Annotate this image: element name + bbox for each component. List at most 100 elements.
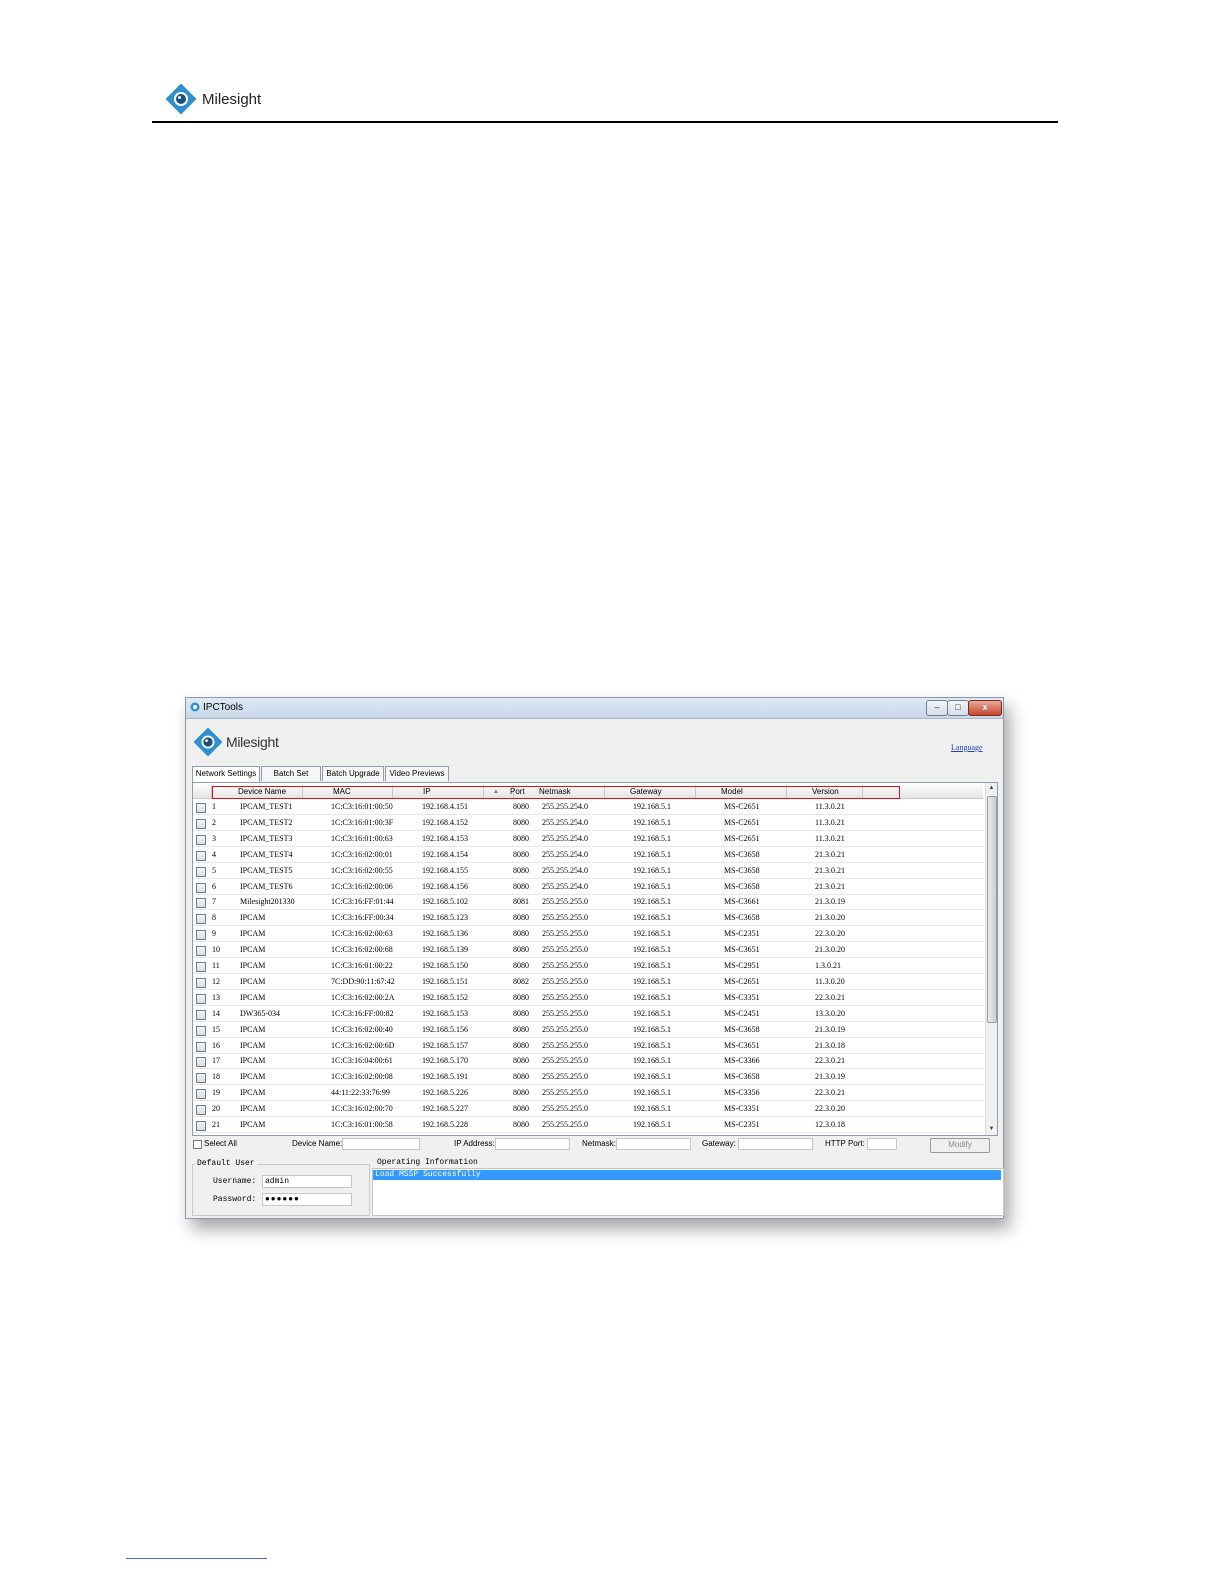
row-checkbox[interactable] [196, 962, 206, 972]
scroll-thumb[interactable] [987, 796, 997, 1023]
row-checkbox[interactable] [196, 818, 206, 829]
table-row[interactable]: 11 IPCAM 1C:C3:16:01:00:22 192.168.5.150 808… [193, 959, 983, 974]
ip-cell: 192.168.5.151 [422, 976, 468, 986]
port-cell: 8080 [513, 833, 529, 843]
version-cell: 21.3.0.20 [815, 945, 845, 955]
close-button[interactable]: x [968, 700, 1002, 716]
table-row[interactable]: 10 IPCAM 1C:C3:16:02:00:68 192.168.5.139 808… [193, 943, 983, 959]
milesight-eye-icon [166, 84, 196, 114]
device-name-cell: IPCAM [240, 913, 266, 923]
row-checkbox[interactable] [196, 803, 206, 813]
table-row[interactable]: 21 IPCAM 1C:C3:16:01:00:58 192.168.5.228 808… [193, 1118, 983, 1133]
row-checkbox[interactable] [196, 1089, 206, 1100]
model-cell: MS-C2651 [724, 833, 760, 843]
table-row[interactable]: 17 IPCAM 1C:C3:16:04:00:61 192.168.5.170 808… [193, 1054, 983, 1070]
scroll-down-icon[interactable]: ▼ [986, 1124, 997, 1134]
title-bar[interactable]: IPCTools – □ x [186, 698, 1003, 719]
table-row[interactable]: 15 IPCAM 1C:C3:16:02:00:40 192.168.5.156 808… [193, 1023, 983, 1038]
tab-video-previews[interactable]: Video Previews [385, 766, 449, 781]
language-link[interactable]: Language [951, 743, 983, 752]
device-table[interactable]: Device Name MAC IP Port Netmask Gateway … [192, 782, 998, 1136]
scroll-up-icon[interactable]: ▲ [986, 783, 997, 793]
row-checkbox[interactable] [196, 882, 206, 893]
netmask-cell: 255.255.255.0 [542, 1056, 588, 1066]
select-all-checkbox[interactable] [193, 1140, 202, 1149]
row-checkbox[interactable] [196, 1025, 206, 1036]
operating-info-log[interactable]: Load MSSP Successfully [372, 1168, 1004, 1216]
gateway-cell: 192.168.5.1 [633, 833, 671, 843]
ip-cell: 192.168.5.153 [422, 1008, 468, 1018]
row-checkbox[interactable] [196, 946, 206, 957]
model-cell: MS-C3351 [724, 1104, 760, 1114]
row-checkbox[interactable] [196, 1009, 206, 1020]
table-row[interactable]: 7 Milesight201330 1C:C3:16:FF:01:44 192.168… [193, 895, 983, 911]
vertical-scrollbar[interactable]: ▲ ▼ [985, 783, 997, 1135]
table-row[interactable]: 9 IPCAM 1C:C3:16:02:00:63 192.168.5.136 8080… [193, 927, 983, 943]
version-cell: 11.3.0.21 [815, 817, 845, 827]
table-row[interactable]: 6 IPCAM_TEST6 1C:C3:16:02:00:06 192.168.4.1… [193, 880, 983, 895]
row-checkbox[interactable] [196, 834, 206, 845]
row-checkbox[interactable] [196, 993, 206, 1004]
device-name-field[interactable] [342, 1138, 420, 1150]
gateway-cell: 192.168.5.1 [633, 1024, 671, 1034]
gateway-cell: 192.168.5.1 [633, 1120, 671, 1129]
ip-cell: 192.168.5.227 [422, 1104, 468, 1114]
app-icon [190, 702, 200, 712]
table-row[interactable]: 3 IPCAM_TEST3 1C:C3:16:01:00:63 192.168.4.1… [193, 832, 983, 847]
device-name-cell: IPCAM_TEST4 [240, 849, 293, 859]
row-checkbox[interactable] [196, 1105, 206, 1116]
port-cell: 8080 [513, 1104, 529, 1114]
table-row[interactable]: 19 IPCAM 44:11:22:33:76:99 192.168.5.226 808… [193, 1086, 983, 1102]
ip-cell: 192.168.4.152 [422, 817, 468, 827]
password-field[interactable]: ●●●●●● [262, 1193, 352, 1206]
http-port-field[interactable] [867, 1138, 897, 1150]
netmask-field[interactable] [616, 1138, 691, 1150]
version-cell: 21.3.0.21 [815, 881, 845, 891]
ip-address-field[interactable] [495, 1138, 570, 1150]
gateway-cell: 192.168.5.1 [633, 1072, 671, 1082]
device-name-cell: IPCAM [240, 961, 266, 970]
version-cell: 22.3.0.20 [815, 929, 845, 939]
row-checkbox[interactable] [196, 1073, 206, 1084]
row-checkbox[interactable] [196, 930, 206, 941]
modify-button[interactable]: Modify [930, 1138, 990, 1153]
row-checkbox[interactable] [196, 914, 206, 925]
row-checkbox[interactable] [196, 1057, 206, 1068]
table-row[interactable]: 8 IPCAM 1C:C3:16:FF:00:34 192.168.5.123 8080… [193, 911, 983, 927]
row-checkbox[interactable] [196, 866, 206, 877]
model-cell: MS-C3658 [724, 1072, 760, 1082]
version-cell: 22.3.0.21 [815, 1056, 845, 1066]
tab-network-settings[interactable]: Network Settings [192, 766, 260, 782]
row-checkbox[interactable] [196, 1121, 206, 1131]
table-row[interactable]: 14 DW365-034 1C:C3:16:FF:00:82 192.168.5.15… [193, 1007, 983, 1022]
row-checkbox[interactable] [196, 898, 206, 909]
netmask-cell: 255.255.255.0 [542, 945, 588, 955]
minimize-button[interactable]: – [926, 700, 948, 716]
table-row[interactable]: 2 IPCAM_TEST2 1C:C3:16:01:00:3F 192.168.4.1… [193, 816, 983, 831]
username-field[interactable]: admin [262, 1175, 352, 1188]
mac-cell: 1C:C3:16:04:00:61 [331, 1056, 393, 1066]
row-index: 8 [212, 913, 216, 923]
mac-cell: 1C:C3:16:02:00:2A [331, 992, 395, 1002]
row-checkbox[interactable] [196, 850, 206, 861]
table-row[interactable]: 1 IPCAM_TEST1 1C:C3:16:01:00:50 192.168.4.1… [193, 800, 983, 815]
tab-batch-upgrade[interactable]: Batch Upgrade [322, 766, 384, 781]
table-row[interactable]: 5 IPCAM_TEST5 1C:C3:16:02:00:55 192.168.4.1… [193, 864, 983, 879]
row-checkbox[interactable] [196, 977, 206, 988]
port-cell: 8080 [513, 992, 529, 1002]
row-checkbox[interactable] [196, 1041, 206, 1052]
table-row[interactable]: 13 IPCAM 1C:C3:16:02:00:2A 192.168.5.152 808… [193, 991, 983, 1006]
table-row[interactable]: 12 IPCAM 7C:DD:90:11:67:42 192.168.5.151 808… [193, 975, 983, 990]
ip-cell: 192.168.4.153 [422, 833, 468, 843]
tab-batch-set[interactable]: Batch Set [261, 766, 321, 781]
log-entry[interactable]: Load MSSP Successfully [373, 1170, 1001, 1180]
netmask-cell: 255.255.255.0 [542, 1088, 588, 1098]
table-row[interactable]: 16 IPCAM 1C:C3:16:02:00:6D 192.168.5.157 808… [193, 1039, 983, 1054]
gateway-cell: 192.168.5.1 [633, 945, 671, 955]
table-row[interactable]: 4 IPCAM_TEST4 1C:C3:16:02:00:01 192.168.4.1… [193, 848, 983, 863]
table-row[interactable]: 18 IPCAM 1C:C3:16:02:00:08 192.168.5.191 808… [193, 1070, 983, 1086]
maximize-button[interactable]: □ [947, 700, 969, 716]
table-row[interactable]: 20 IPCAM 1C:C3:16:02:00:70 192.168.5.227 808… [193, 1102, 983, 1118]
gateway-field[interactable] [738, 1138, 813, 1150]
gateway-cell: 192.168.5.1 [633, 1088, 671, 1098]
